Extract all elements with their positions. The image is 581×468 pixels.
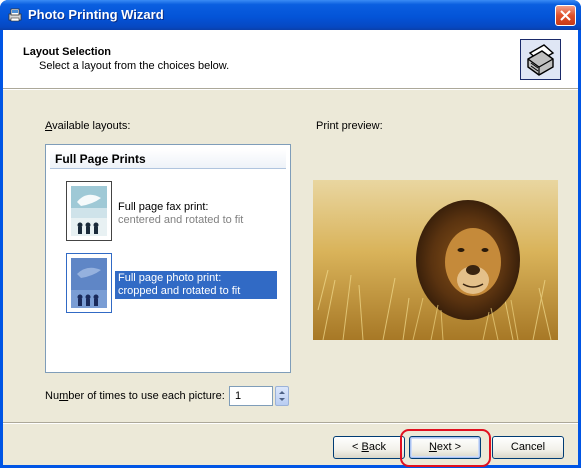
back-button[interactable]: < Back	[333, 436, 405, 459]
layout-item-photo[interactable]: Full page photo print: cropped and rotat…	[118, 272, 240, 298]
cancel-button[interactable]: Cancel	[492, 436, 564, 459]
close-icon	[560, 10, 571, 21]
wizard-window: Photo Printing Wizard Layout Selection S…	[0, 0, 581, 468]
page-subtitle: Select a layout from the choices below.	[39, 60, 230, 72]
close-button[interactable]	[555, 5, 576, 26]
layout-item-photo-thumbnail[interactable]	[66, 253, 112, 313]
layout-item-photo-sub: cropped and rotated to fit	[118, 285, 241, 297]
page-title: Layout Selection	[23, 46, 112, 58]
header-separator	[3, 88, 578, 90]
spin-arrows-icon	[279, 391, 285, 401]
copies-spin-button[interactable]	[275, 386, 289, 406]
layout-item-fax-sub: centered and rotated to fit	[118, 214, 244, 226]
available-layouts-label: Available layouts:	[45, 120, 131, 132]
window-title: Photo Printing Wizard	[28, 7, 164, 22]
footer-separator	[3, 422, 578, 424]
wizard-printer-icon	[520, 39, 561, 80]
printer-app-icon	[8, 8, 22, 22]
fax-print-thumbnail-icon	[71, 186, 107, 236]
layout-item-photo-title: Full page photo print:	[118, 272, 222, 284]
layout-group-header: Full Page Prints	[50, 149, 286, 169]
lion-photo	[313, 180, 558, 340]
title-bar[interactable]: Photo Printing Wizard	[0, 0, 581, 30]
photo-print-thumbnail-icon	[71, 258, 107, 308]
header-band: Layout Selection Select a layout from th…	[3, 30, 578, 88]
next-highlight-annotation	[400, 429, 491, 467]
print-preview-label: Print preview:	[316, 120, 383, 132]
layout-item-fax[interactable]: Full page fax print: centered and rotate…	[118, 201, 243, 227]
layout-group-title: Full Page Prints	[55, 152, 146, 166]
print-preview-image	[313, 180, 558, 340]
dialog-client: Layout Selection Select a layout from th…	[3, 30, 578, 467]
layout-item-fax-title: Full page fax print:	[118, 201, 209, 213]
copies-input[interactable]: 1	[229, 386, 273, 406]
layout-item-fax-thumbnail[interactable]	[66, 181, 112, 241]
copies-label: Number of times to use each picture:	[45, 390, 225, 402]
